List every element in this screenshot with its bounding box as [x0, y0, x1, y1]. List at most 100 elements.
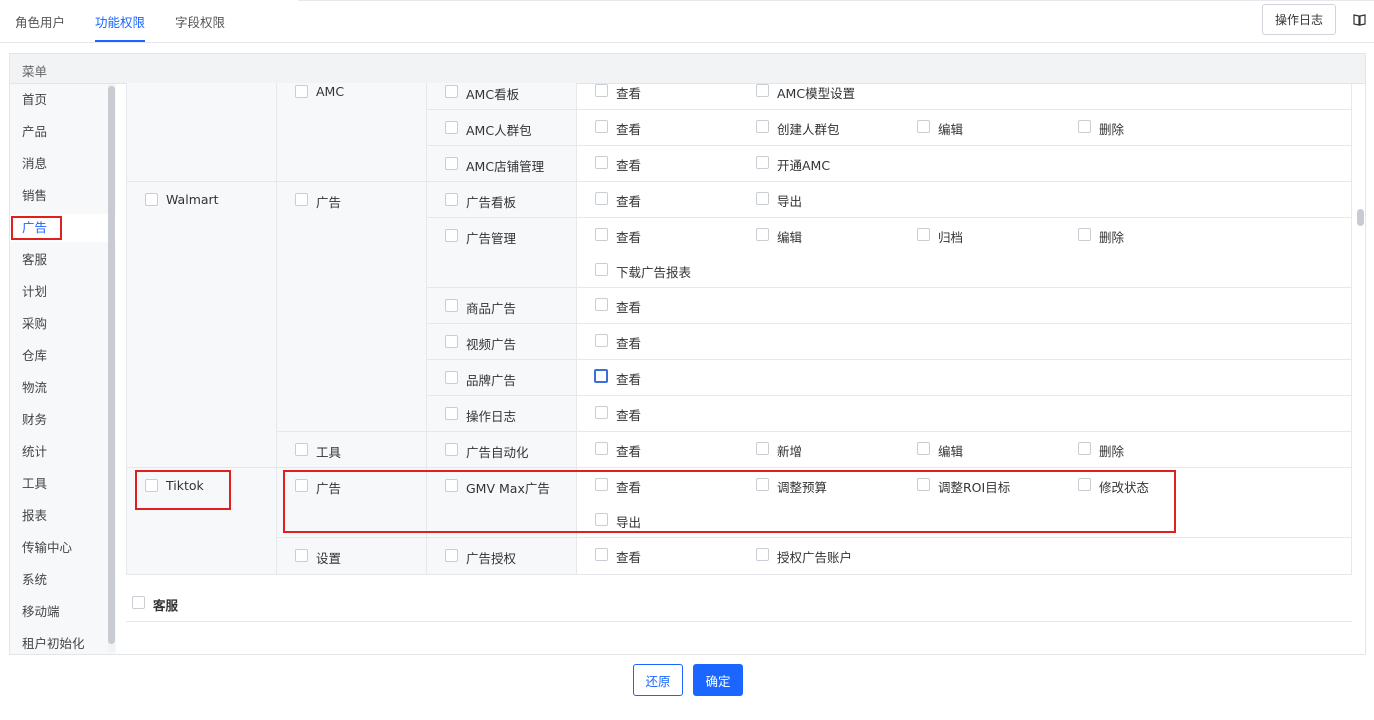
sidebar-item-purchase[interactable]: 采购	[10, 310, 116, 338]
page-checkbox[interactable]	[445, 371, 458, 384]
sidebar-item-sales[interactable]: 销售	[10, 182, 116, 210]
permission-label: 删除	[1099, 444, 1125, 459]
permission-checkbox[interactable]	[756, 548, 769, 561]
page-checkbox[interactable]	[445, 549, 458, 562]
sidebar-item-customer-service[interactable]: 客服	[10, 246, 116, 274]
permission-label: 查看	[616, 372, 642, 387]
permission-checkbox[interactable]	[595, 263, 608, 276]
permission-checkbox[interactable]	[756, 156, 769, 169]
permission-checkbox[interactable]	[917, 228, 930, 241]
page-label: 广告授权	[466, 551, 517, 566]
sidebar-item-system[interactable]: 系统	[10, 566, 116, 594]
permission-label: 查看	[616, 158, 642, 173]
page-checkbox[interactable]	[445, 229, 458, 242]
sidebar-item-home[interactable]: 首页	[10, 86, 116, 114]
permission-checkbox[interactable]	[595, 120, 608, 133]
top-tab-bar: 角色用户 功能权限 字段权限 操作日志	[0, 0, 1374, 43]
walmart-label: Walmart	[166, 192, 219, 207]
permission-checkbox[interactable]	[756, 442, 769, 455]
permission-label: 编辑	[938, 444, 964, 459]
operation-log-button[interactable]: 操作日志	[1262, 4, 1336, 35]
customer-service-section-checkbox[interactable]	[132, 596, 145, 609]
page-label: 广告自动化	[466, 445, 529, 460]
tab-field-permissions[interactable]: 字段权限	[175, 12, 225, 31]
permission-checkbox[interactable]	[595, 548, 608, 561]
permission-checkbox-focused[interactable]	[594, 369, 608, 383]
page-checkbox[interactable]	[445, 407, 458, 420]
permission-label: 查看	[616, 230, 642, 245]
permission-checkbox[interactable]	[595, 406, 608, 419]
highlight-box	[283, 470, 1176, 533]
permission-checkbox[interactable]	[756, 228, 769, 241]
panel-header: 菜单	[10, 54, 1365, 84]
permission-checkbox[interactable]	[917, 120, 930, 133]
tab-role-users[interactable]: 角色用户	[15, 12, 65, 31]
page-checkbox[interactable]	[445, 121, 458, 134]
page-checkbox[interactable]	[445, 443, 458, 456]
permission-checkbox[interactable]	[756, 192, 769, 205]
page-label: 广告管理	[466, 231, 517, 246]
sidebar-item-message[interactable]: 消息	[10, 150, 116, 178]
permission-checkbox[interactable]	[595, 228, 608, 241]
permission-label: 开通AMC	[777, 158, 831, 173]
page-checkbox[interactable]	[445, 193, 458, 206]
page-checkbox[interactable]	[445, 157, 458, 170]
sidebar-item-statistics[interactable]: 统计	[10, 438, 116, 466]
permission-checkbox[interactable]	[595, 334, 608, 347]
permission-label: 查看	[616, 86, 642, 101]
permission-checkbox[interactable]	[917, 442, 930, 455]
permission-checkbox[interactable]	[1078, 120, 1091, 133]
customer-service-section-label: 客服	[153, 598, 179, 613]
permission-label: 查看	[616, 444, 642, 459]
permission-checkbox[interactable]	[595, 192, 608, 205]
permission-label: 导出	[777, 194, 803, 209]
tiktok-settings-module-checkbox[interactable]	[295, 549, 308, 562]
sidebar-item-plan[interactable]: 计划	[10, 278, 116, 306]
sidebar-item-reports[interactable]: 报表	[10, 502, 116, 530]
tab-function-permissions[interactable]: 功能权限	[95, 12, 146, 42]
permission-label: 新增	[777, 444, 803, 459]
permission-checkbox[interactable]	[595, 156, 608, 169]
amc-module-checkbox[interactable]	[295, 85, 308, 98]
sidebar-item-transfer-center[interactable]: 传输中心	[10, 534, 116, 562]
permission-checkbox[interactable]	[756, 84, 769, 97]
permission-checkbox[interactable]	[756, 120, 769, 133]
permission-checkbox[interactable]	[1078, 442, 1091, 455]
permission-label: 查看	[616, 122, 642, 137]
permission-label: 查看	[616, 194, 642, 209]
walmart-tool-module-label: 工具	[316, 445, 342, 460]
page-label: AMC看板	[466, 87, 520, 102]
permission-checkbox[interactable]	[595, 298, 608, 311]
book-icon[interactable]	[1353, 13, 1366, 26]
sidebar-item-product[interactable]: 产品	[10, 118, 116, 146]
permission-label: 查看	[616, 408, 642, 423]
page-checkbox[interactable]	[445, 299, 458, 312]
permission-checkbox[interactable]	[595, 84, 608, 97]
walmart-checkbox[interactable]	[145, 193, 158, 206]
permission-label: 编辑	[777, 230, 803, 245]
walmart-tool-module-checkbox[interactable]	[295, 443, 308, 456]
permission-checkbox[interactable]	[595, 442, 608, 455]
permission-checkbox[interactable]	[1078, 228, 1091, 241]
restore-button[interactable]: 还原	[633, 664, 683, 696]
sidebar-item-finance[interactable]: 财务	[10, 406, 116, 434]
sidebar-item-logistics[interactable]: 物流	[10, 374, 116, 402]
page-label: 广告看板	[466, 195, 517, 210]
permission-label: 创建人群包	[777, 122, 840, 137]
sidebar-item-ads[interactable]: 广告	[10, 214, 116, 242]
page-checkbox[interactable]	[445, 85, 458, 98]
sidebar-item-warehouse[interactable]: 仓库	[10, 342, 116, 370]
confirm-button[interactable]: 确定	[693, 664, 743, 696]
permission-label: 查看	[616, 550, 642, 565]
sidebar-item-tenant-init[interactable]: 租户初始化	[10, 630, 116, 654]
page-checkbox[interactable]	[445, 335, 458, 348]
sidebar-scrollbar[interactable]	[108, 84, 115, 652]
sidebar-item-mobile[interactable]: 移动端	[10, 598, 116, 626]
walmart-ad-module-checkbox[interactable]	[295, 193, 308, 206]
permission-label: 下载广告报表	[616, 265, 692, 280]
permission-label: 归档	[938, 230, 964, 245]
content-scrollbar-thumb[interactable]	[1357, 209, 1364, 226]
sidebar-item-tools[interactable]: 工具	[10, 470, 116, 498]
menu-header-label: 菜单	[22, 64, 48, 79]
highlight-box	[11, 216, 62, 240]
